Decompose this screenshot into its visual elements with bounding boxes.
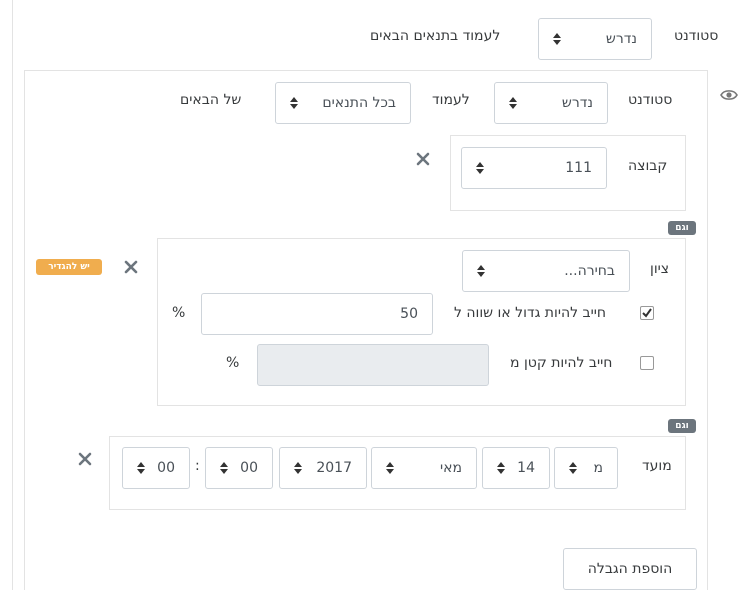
group-select[interactable]: 111: [461, 147, 607, 189]
date-minute-value: 00: [157, 460, 175, 476]
top-student-select-value: נדרש: [605, 31, 637, 47]
date-minute-select[interactable]: 00: [122, 447, 190, 489]
sort-arrows-icon: [386, 462, 394, 474]
inner-all-select-value: בכל התנאים: [322, 95, 396, 111]
date-label: מועד: [642, 458, 672, 474]
checkbox-icon: [642, 308, 652, 318]
sort-arrows-icon: [509, 97, 517, 109]
ge-input[interactable]: 50: [201, 293, 433, 335]
sort-arrows-icon: [553, 33, 561, 45]
top-condition-text: לעמוד בתנאים הבאים: [370, 28, 501, 44]
left-border: [12, 0, 13, 590]
and-tag: וגם: [668, 419, 696, 433]
sort-arrows-icon: [477, 265, 485, 277]
sort-arrows-icon: [294, 462, 302, 474]
top-student-label: סטודנט: [674, 28, 719, 44]
and-tag: וגם: [668, 221, 696, 235]
ge-percent: %: [172, 305, 186, 321]
date-year-select[interactable]: 2017: [279, 447, 367, 489]
sort-arrows-icon: [290, 97, 298, 109]
lt-input[interactable]: [257, 344, 489, 386]
date-hour-select[interactable]: 00: [205, 447, 273, 489]
sort-arrows-icon: [497, 462, 505, 474]
time-colon: :: [195, 458, 200, 474]
grade-select[interactable]: בחירה...: [462, 250, 630, 292]
sort-arrows-icon: [569, 462, 577, 474]
sort-arrows-icon: [220, 462, 228, 474]
inner-student-select-value: נדרש: [561, 95, 593, 111]
top-student-select[interactable]: נדרש: [538, 18, 652, 60]
lt-checkbox[interactable]: [640, 356, 654, 370]
lt-percent: %: [226, 355, 240, 371]
ge-input-value: 50: [400, 306, 418, 322]
date-direction-select[interactable]: מ: [554, 447, 618, 489]
inner-of-following: של הבאים: [180, 92, 242, 108]
lt-label: חייב להיות קטן מ: [510, 355, 613, 371]
close-icon[interactable]: [78, 452, 92, 466]
date-day-select[interactable]: 14: [482, 447, 550, 489]
inner-must-label: לעמוד: [432, 92, 470, 108]
group-select-value: 111: [565, 160, 592, 176]
inner-student-select[interactable]: נדרש: [494, 82, 608, 124]
date-hour-value: 00: [240, 460, 258, 476]
add-restriction-button[interactable]: הוספת הגבלה: [563, 548, 697, 590]
inner-all-select[interactable]: בכל התנאים: [275, 82, 411, 124]
date-month-select[interactable]: מאי: [371, 447, 477, 489]
date-month-value: מאי: [440, 460, 462, 476]
eye-icon[interactable]: [720, 88, 738, 102]
required-badge: יש להגדיר: [36, 259, 102, 275]
sort-arrows-icon: [137, 462, 145, 474]
close-icon[interactable]: [124, 260, 138, 274]
ge-checkbox[interactable]: [640, 306, 654, 320]
grade-select-value: בחירה...: [564, 263, 615, 279]
date-direction-value: מ: [593, 460, 603, 476]
sort-arrows-icon: [476, 162, 484, 174]
close-icon[interactable]: [416, 152, 430, 166]
grade-label: ציון: [650, 261, 670, 277]
ge-label: חייב להיות גדול או שווה ל: [454, 305, 607, 321]
date-day-value: 14: [517, 460, 535, 476]
add-restriction-button-label: הוספת הגבלה: [587, 561, 673, 577]
date-year-value: 2017: [316, 460, 352, 476]
inner-student-label: סטודנט: [628, 92, 673, 108]
group-label: קבוצה: [628, 158, 668, 174]
